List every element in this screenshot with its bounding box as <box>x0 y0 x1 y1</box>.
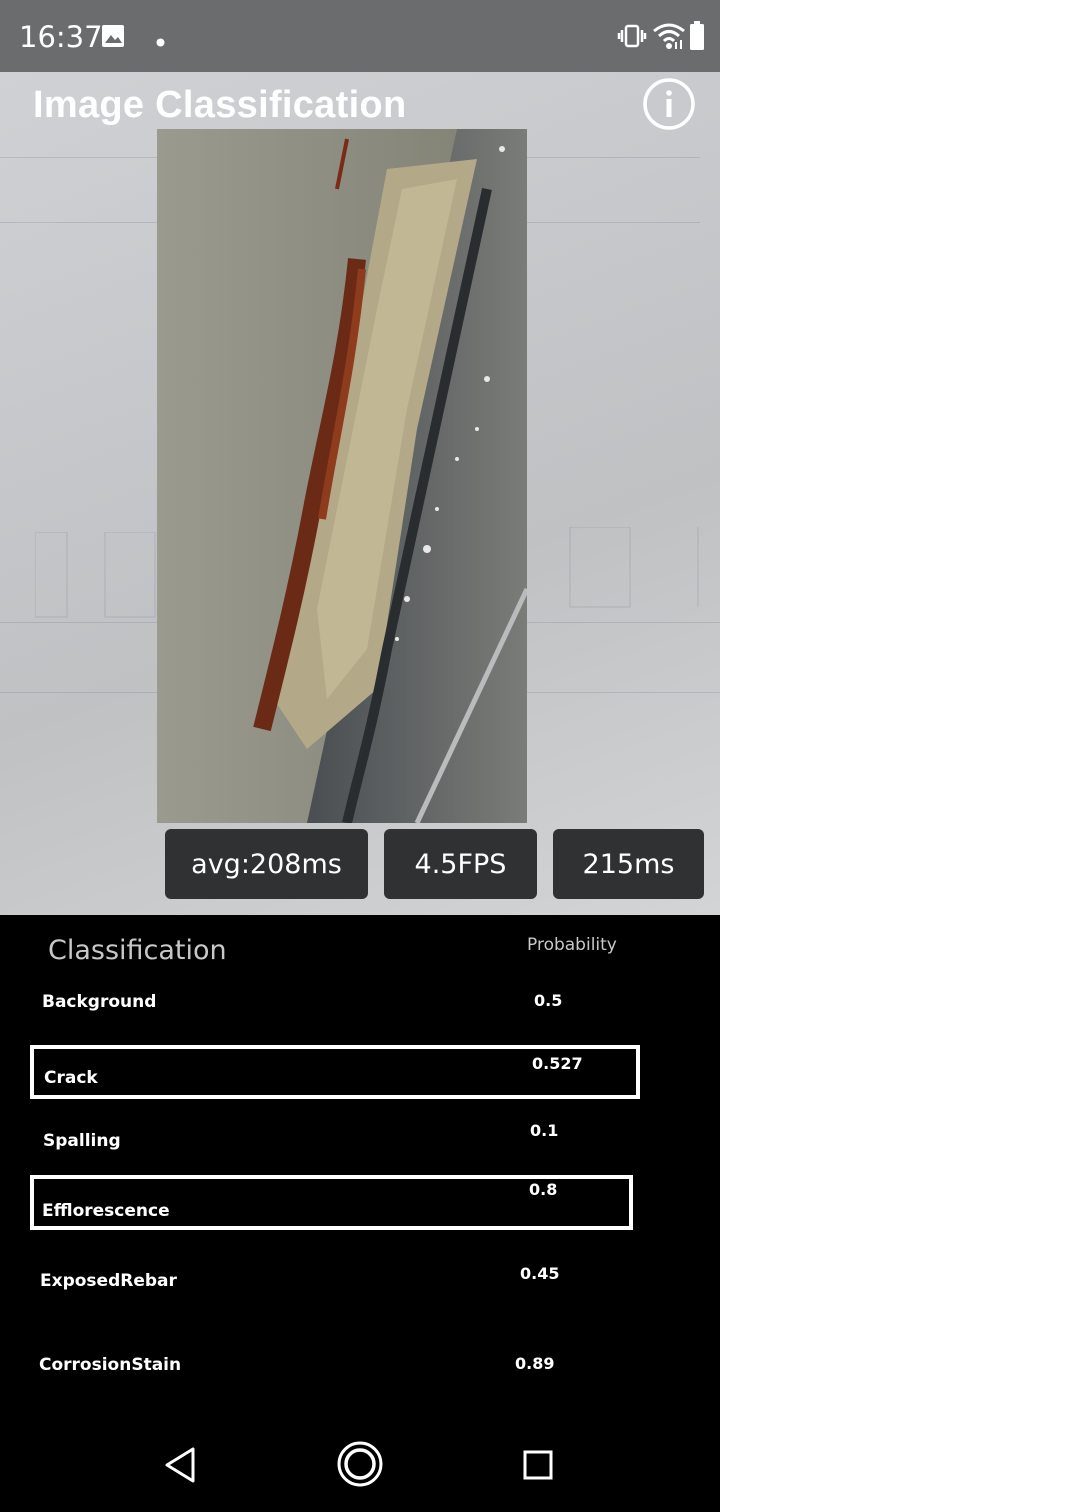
result-prob-efflorescence: 0.8 <box>529 1180 558 1199</box>
info-button[interactable] <box>643 78 695 130</box>
paper-hatch-left <box>35 532 156 618</box>
probability-header: Probability <box>527 935 617 955</box>
notification-dot-icon <box>156 32 165 51</box>
vibrate-icon <box>617 24 647 52</box>
camera-view: Image Classification avg:208ms 4.5FPS 21… <box>0 72 720 915</box>
home-icon[interactable] <box>336 1440 384 1492</box>
image-icon <box>101 24 125 52</box>
result-prob-background: 0.5 <box>534 991 563 1010</box>
result-label-spalling: Spalling <box>43 1131 121 1151</box>
result-label-crack: Crack <box>44 1068 98 1088</box>
wifi-icon <box>652 22 686 54</box>
phone-screen: 16:37 Image Classification avg:208ms 4.5… <box>0 0 720 1512</box>
latency-badge: 215ms <box>553 829 704 899</box>
navigation-bar <box>0 1425 720 1512</box>
avg-latency-badge: avg:208ms <box>165 829 368 899</box>
result-prob-spalling: 0.1 <box>530 1121 559 1140</box>
fps-badge: 4.5FPS <box>384 829 537 899</box>
battery-icon <box>689 21 705 55</box>
info-icon <box>643 78 695 130</box>
recents-icon[interactable] <box>523 1450 553 1484</box>
result-label-background: Background <box>42 992 157 1012</box>
status-time: 16:37 <box>19 20 103 54</box>
result-prob-exposedrebar: 0.45 <box>520 1264 560 1283</box>
back-icon[interactable] <box>163 1445 197 1489</box>
result-label-exposedrebar: ExposedRebar <box>40 1271 177 1291</box>
result-prob-crack: 0.527 <box>532 1054 583 1073</box>
app-title: Image Classification <box>33 84 407 126</box>
classification-header: Classification <box>48 935 227 966</box>
paper-hatch-right <box>569 527 699 608</box>
result-prob-corrosionstain: 0.89 <box>515 1354 555 1373</box>
camera-preview-image <box>157 129 527 823</box>
status-bar: 16:37 <box>0 0 720 72</box>
result-label-efflorescence: Efflorescence <box>42 1201 170 1221</box>
classification-results: Classification Probability Background 0.… <box>0 915 720 1425</box>
result-label-corrosionstain: CorrosionStain <box>39 1355 182 1375</box>
